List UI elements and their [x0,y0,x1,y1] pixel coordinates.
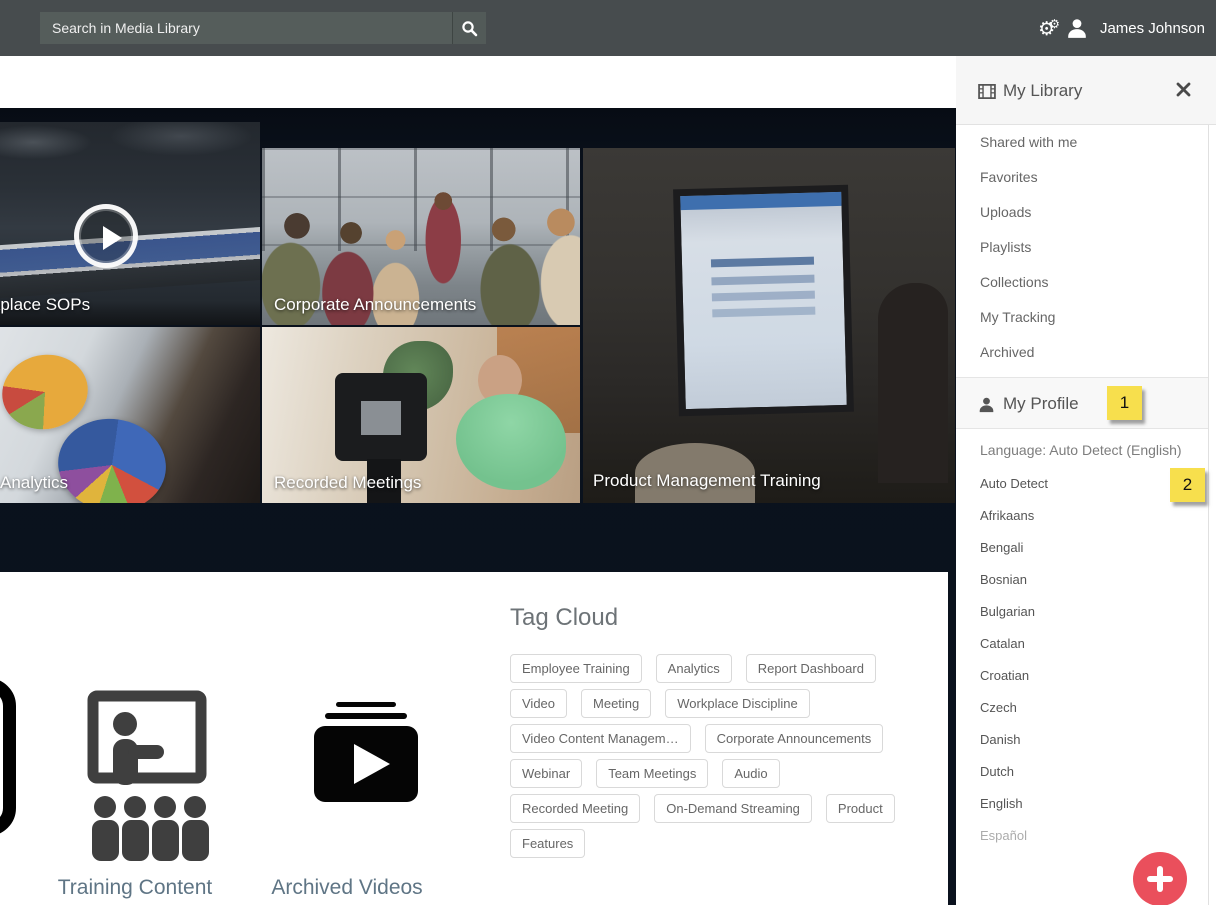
top-bar: ⚙⚙ James Johnson [0,0,1216,56]
language-item-bengali[interactable]: Bengali [956,532,1208,564]
video-tile-workplace-sops[interactable]: Workplace SOPs [0,122,260,325]
search-input[interactable] [40,12,452,44]
sidebar-item-favorites[interactable]: Favorites [956,160,1208,195]
language-item-dutch[interactable]: Dutch [956,756,1208,788]
annotation-badge-2: 2 [1170,468,1205,502]
close-icon[interactable] [1176,82,1192,98]
user-person-icon[interactable] [1066,17,1088,39]
tag-chip[interactable]: Audio [722,759,779,788]
language-item-bulgarian[interactable]: Bulgarian [956,596,1208,628]
search-button[interactable] [452,12,486,44]
video-title: Product Management Training [593,471,821,491]
tag-chip[interactable]: Employee Training [510,654,642,683]
sidebar-item-shared-with-me[interactable]: Shared with me [956,125,1208,160]
tag-chip[interactable]: Video Content Managem… [510,724,691,753]
language-item-catalan[interactable]: Catalan [956,628,1208,660]
tag-cloud-title: Tag Cloud [510,604,618,632]
thumbnail-decor [878,283,948,483]
video-title: Workplace SOPs [0,295,90,315]
video-title: Analytics [0,473,68,493]
magnifier-icon [461,20,478,37]
tag-chip[interactable]: Analytics [656,654,732,683]
shortcut-archived-videos[interactable]: Archived Videos [237,876,457,900]
my-profile-title: My Profile [1003,394,1079,414]
video-tile-corporate-announcements[interactable]: Corporate Announcements [262,148,580,325]
plus-icon [1157,866,1163,892]
play-button[interactable] [74,204,138,268]
tag-cloud: Employee Training Analytics Report Dashb… [510,654,920,858]
tag-chip[interactable]: Video [510,689,567,718]
video-tile-product-management-training[interactable]: Product Management Training [583,148,955,503]
tag-chip[interactable]: Corporate Announcements [705,724,884,753]
sidebar-item-playlists[interactable]: Playlists [956,230,1208,265]
thumbnail-decor [673,185,854,417]
search-bar [40,12,486,44]
sidebar-item-archived[interactable]: Archived [956,335,1208,370]
sidebar-item-uploads[interactable]: Uploads [956,195,1208,230]
topbar-right: ⚙⚙ James Johnson [1038,0,1205,56]
thumbnail-decor [335,373,427,461]
video-title: Corporate Announcements [274,295,476,315]
video-title: Recorded Meetings [274,473,421,493]
tag-chip[interactable]: Meeting [581,689,651,718]
my-profile-row: My Profile [978,394,1079,414]
library-menu: Shared with me Favorites Uploads Playlis… [956,125,1208,370]
language-item-english[interactable]: English [956,788,1208,820]
tag-chip[interactable]: Webinar [510,759,582,788]
profile-person-icon [978,396,995,413]
language-list: Auto Detect Afrikaans Bengali Bosnian Bu… [956,468,1208,852]
sidebar-item-my-tracking[interactable]: My Tracking [956,300,1208,335]
main-content: Workplace SOPs Corporate Announcements A… [0,56,956,905]
tag-chip[interactable]: Features [510,829,585,858]
user-name[interactable]: James Johnson [1100,20,1205,37]
language-item-danish[interactable]: Danish [956,724,1208,756]
archived-videos-icon[interactable] [308,702,420,804]
right-sidebar: My Library Shared with me Favorites Uplo… [956,56,1216,905]
tag-chip[interactable]: Team Meetings [596,759,708,788]
annotation-badge-1: 1 [1107,386,1142,420]
shortcut-training-content[interactable]: Training Content [25,876,245,900]
tag-chip[interactable]: Workplace Discipline [665,689,809,718]
my-library-title-row: My Library [978,81,1082,101]
settings-gears-icon[interactable]: ⚙⚙ [1038,18,1054,39]
sidebar-scrollbar[interactable] [1208,125,1216,905]
language-item-croatian[interactable]: Croatian [956,660,1208,692]
cutoff-device-icon [0,678,16,836]
language-item-afrikaans[interactable]: Afrikaans [956,500,1208,532]
video-tile-analytics[interactable]: Analytics [0,327,260,503]
tag-chip[interactable]: Product [826,794,895,823]
film-icon [978,84,996,99]
language-header: Language: Auto Detect (English) [980,442,1182,458]
tag-chip[interactable]: Report Dashboard [746,654,876,683]
language-item-czech[interactable]: Czech [956,692,1208,724]
lower-panel: Training Content Archived Videos Tag Clo… [0,572,948,905]
add-media-fab[interactable] [1133,852,1187,905]
video-tile-recorded-meetings[interactable]: Recorded Meetings [262,327,580,503]
sidebar-item-collections[interactable]: Collections [956,265,1208,300]
my-profile-section[interactable]: My Profile [956,377,1216,429]
my-library-header: My Library [956,56,1216,125]
language-item-bosnian[interactable]: Bosnian [956,564,1208,596]
language-item-espanol[interactable]: Español [956,820,1208,852]
training-content-icon[interactable] [85,688,212,862]
tag-chip[interactable]: Recorded Meeting [510,794,640,823]
my-library-title: My Library [1003,81,1082,101]
tag-chip[interactable]: On-Demand Streaming [654,794,812,823]
play-icon [103,226,122,250]
